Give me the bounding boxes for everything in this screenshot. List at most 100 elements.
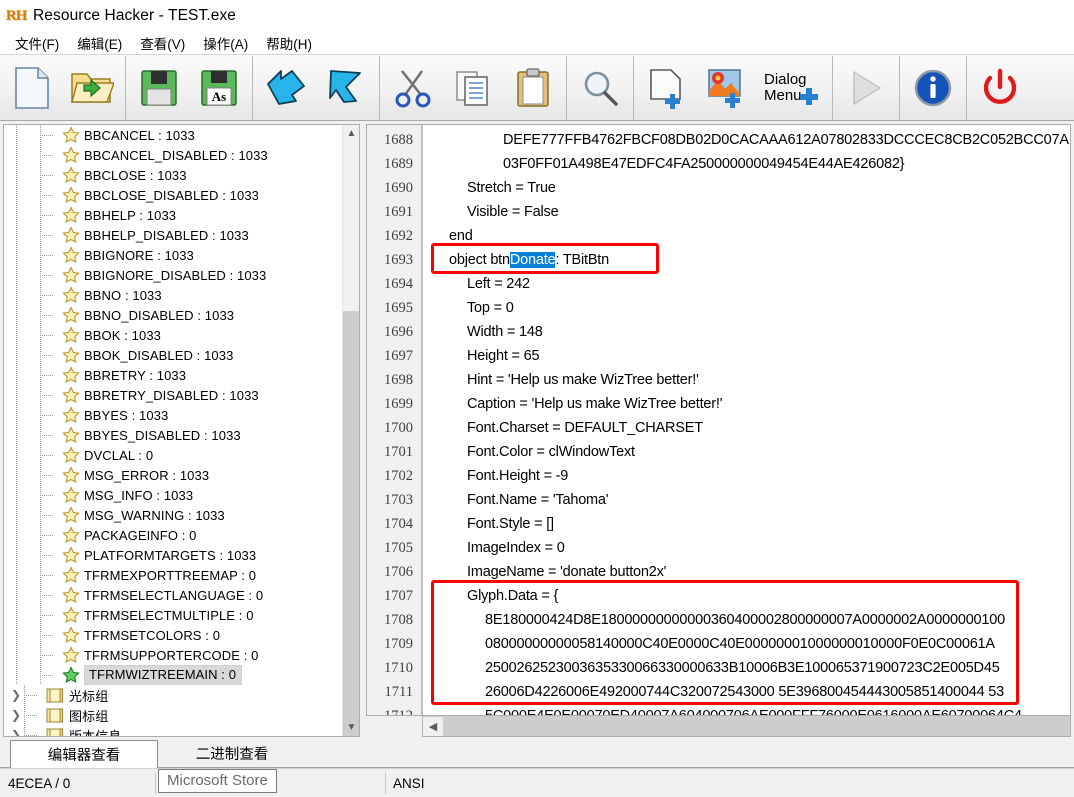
tree-connector	[40, 445, 62, 465]
menu-file[interactable]: 文件(F)	[6, 32, 68, 55]
tree-item-label: BBYES_DISABLED : 1033	[84, 427, 241, 443]
tree-item-4[interactable]: BBHELP : 1033	[4, 205, 342, 225]
scrollbar-thumb[interactable]	[343, 311, 359, 736]
code-line[interactable]: 03F0FF01A498E47EDFC4FA250000000049454E44…	[423, 152, 1070, 176]
tree-item-12[interactable]: BBRETRY : 1033	[4, 365, 342, 385]
code-line[interactable]: Font.Height = -9	[423, 464, 1070, 488]
code-line[interactable]: Stretch = True	[423, 176, 1070, 200]
tree-item-15[interactable]: BBYES_DISABLED : 1033	[4, 425, 342, 445]
menu-edit[interactable]: 编辑(E)	[68, 32, 131, 55]
menu-help[interactable]: 帮助(H)	[257, 32, 321, 55]
resource-tree-panel[interactable]: BBCANCEL : 1033 BBCANCEL_DISABLED : 1033 B…	[3, 124, 360, 737]
code-line[interactable]: Font.Name = 'Tahoma'	[423, 488, 1070, 512]
run-button[interactable]	[836, 56, 896, 120]
editor-horizontal-scrollbar[interactable]: ◀	[422, 716, 1071, 737]
tree-item-28[interactable]: ❯ 光标组	[4, 685, 342, 705]
tree-item-27[interactable]: TFRMWIZTREEMAIN : 0	[4, 665, 342, 685]
add-resource-button[interactable]	[637, 56, 697, 120]
code-editor[interactable]: 1688 1689 1690 1691 1692 1693 1694 1695 1696 1697…	[366, 124, 1071, 716]
import-button[interactable]	[256, 56, 316, 120]
code-line[interactable]: Font.Color = clWindowText	[423, 440, 1070, 464]
add-image-button[interactable]	[697, 56, 757, 120]
code-line[interactable]: Hint = 'Help us make WizTree better!'	[423, 368, 1070, 392]
tree-item-13[interactable]: BBRETRY_DISABLED : 1033	[4, 385, 342, 405]
info-button[interactable]	[903, 56, 963, 120]
code-line[interactable]: DEFE777FFB4762FBCF08DB02D0CACAAA612A0780…	[423, 128, 1070, 152]
chevron-right-icon[interactable]: ❯	[8, 685, 24, 705]
code-text-area[interactable]: DEFE777FFB4762FBCF08DB02D0CACAAA612A0780…	[423, 125, 1070, 715]
tree-guide	[24, 185, 40, 205]
tree-item-9[interactable]: BBNO_DISABLED : 1033	[4, 305, 342, 325]
code-line[interactable]: Height = 65	[423, 344, 1070, 368]
tree-vertical-scrollbar[interactable]: ▲ ▼	[342, 125, 359, 736]
tree-item-21[interactable]: PLATFORMTARGETS : 1033	[4, 545, 342, 565]
line-number: 1693	[384, 252, 413, 268]
tree-guide	[24, 145, 40, 165]
tree-item-20[interactable]: PACKAGEINFO : 0	[4, 525, 342, 545]
code-line[interactable]: Glyph.Data = {	[423, 584, 1070, 608]
tree-item-8[interactable]: BBNO : 1033	[4, 285, 342, 305]
export-button[interactable]	[316, 56, 376, 120]
tree-item-14[interactable]: BBYES : 1033	[4, 405, 342, 425]
new-file-button[interactable]	[2, 56, 62, 120]
code-line[interactable]: 26006D4226006E492000744C320072543000 5E3…	[423, 680, 1070, 704]
scroll-left-arrow[interactable]: ◀	[423, 716, 443, 736]
code-line[interactable]: Top = 0	[423, 296, 1070, 320]
exit-button[interactable]	[970, 56, 1030, 120]
tree-guide	[24, 265, 40, 285]
tree-item-25[interactable]: TFRMSETCOLORS : 0	[4, 625, 342, 645]
menu-action[interactable]: 操作(A)	[194, 32, 257, 55]
tree-item-10[interactable]: BBOK : 1033	[4, 325, 342, 345]
tree-item-26[interactable]: TFRMSUPPORTERCODE : 0	[4, 645, 342, 665]
code-line[interactable]: end	[423, 224, 1070, 248]
tree-item-19[interactable]: MSG_WARNING : 1033	[4, 505, 342, 525]
tree-item-16[interactable]: DVCLAL : 0	[4, 445, 342, 465]
tree-item-22[interactable]: TFRMEXPORTTREEMAP : 0	[4, 565, 342, 585]
tree-item-11[interactable]: BBOK_DISABLED : 1033	[4, 345, 342, 365]
code-line[interactable]: ImageName = 'donate button2x'	[423, 560, 1070, 584]
tree-guide	[24, 645, 40, 665]
paste-button[interactable]	[503, 56, 563, 120]
code-line[interactable]: Font.Style = []	[423, 512, 1070, 536]
save-button[interactable]	[129, 56, 189, 120]
copy-button[interactable]	[443, 56, 503, 120]
chevron-right-icon[interactable]: ❯	[8, 725, 24, 736]
tree-item-5[interactable]: BBHELP_DISABLED : 1033	[4, 225, 342, 245]
code-line[interactable]: Width = 148	[423, 320, 1070, 344]
tree-item-1[interactable]: BBCANCEL_DISABLED : 1033	[4, 145, 342, 165]
code-line[interactable]: Visible = False	[423, 200, 1070, 224]
tree-item-2[interactable]: BBCLOSE : 1033	[4, 165, 342, 185]
chevron-right-icon[interactable]: ❯	[8, 705, 24, 725]
menu-view[interactable]: 查看(V)	[131, 32, 194, 55]
tree-item-24[interactable]: TFRMSELECTMULTIPLE : 0	[4, 605, 342, 625]
add-dialog-menu-button[interactable]: Dialog Menu	[757, 56, 829, 120]
code-line[interactable]: ImageIndex = 0	[423, 536, 1070, 560]
tree-item-17[interactable]: MSG_ERROR : 1033	[4, 465, 342, 485]
toolbar-separator	[966, 55, 967, 120]
code-line[interactable]: 2500262523003635330066330000633B10006B3E…	[423, 656, 1070, 680]
tree-item-30[interactable]: ❯ 版本信息	[4, 725, 342, 736]
cut-button[interactable]	[383, 56, 443, 120]
resource-tree[interactable]: BBCANCEL : 1033 BBCANCEL_DISABLED : 1033 B…	[4, 125, 342, 736]
code-line[interactable]: Font.Charset = DEFAULT_CHARSET	[423, 416, 1070, 440]
tree-item-7[interactable]: BBIGNORE_DISABLED : 1033	[4, 265, 342, 285]
scroll-up-arrow[interactable]: ▲	[343, 125, 359, 142]
code-line[interactable]: object btnDonate: TBitBtn	[423, 248, 1070, 272]
code-line[interactable]: Left = 242	[423, 272, 1070, 296]
tab-editor-view[interactable]: 编辑器查看	[10, 740, 158, 768]
code-line[interactable]: Caption = 'Help us make WizTree better!'	[423, 392, 1070, 416]
save-as-button[interactable]: As	[189, 56, 249, 120]
tab-binary-view[interactable]: 二进制查看	[158, 739, 306, 767]
code-line[interactable]: 08000000000058140000C40E0000C40E00000001…	[423, 632, 1070, 656]
search-button[interactable]	[570, 56, 630, 120]
scroll-down-arrow[interactable]: ▼	[343, 719, 359, 736]
tree-item-0[interactable]: BBCANCEL : 1033	[4, 125, 342, 145]
code-line[interactable]: 8E180000424D8E18000000000000360400002800…	[423, 608, 1070, 632]
tree-item-18[interactable]: MSG_INFO : 1033	[4, 485, 342, 505]
tree-item-23[interactable]: TFRMSELECTLANGUAGE : 0	[4, 585, 342, 605]
open-file-button[interactable]	[62, 56, 122, 120]
tree-item-6[interactable]: BBIGNORE : 1033	[4, 245, 342, 265]
tree-item-29[interactable]: ❯ 图标组	[4, 705, 342, 725]
tree-item-3[interactable]: BBCLOSE_DISABLED : 1033	[4, 185, 342, 205]
code-line[interactable]: 5C000E4E0E00070ED40007A604000706AE000FFF…	[423, 704, 1070, 715]
